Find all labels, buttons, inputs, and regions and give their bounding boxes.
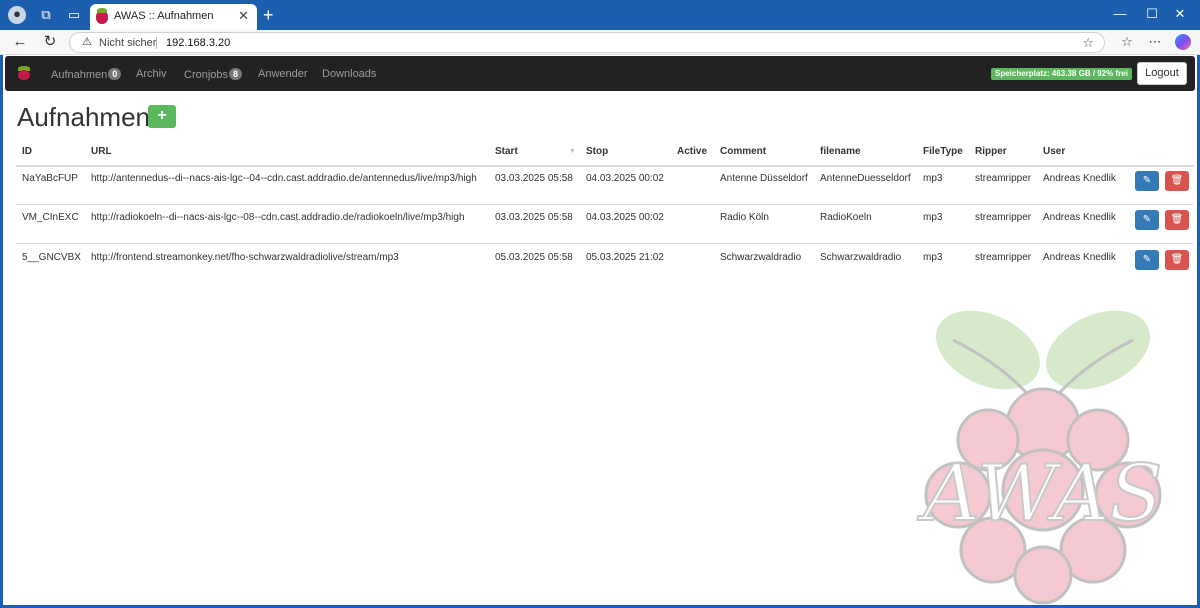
nav-item-cronjobs[interactable]: Cronjobs 8 [184, 68, 243, 81]
cell-comment: Radio Köln [720, 212, 769, 223]
row-divider [16, 204, 1194, 205]
back-arrow-icon[interactable]: ← [10, 34, 30, 50]
tab-title: AWAS :: Aufnahmen [114, 10, 214, 22]
browser-tab-bar: ● ⧉ ▭ AWAS :: Aufnahmen ✕ + — ☐ ✕ [0, 0, 1200, 30]
nav-item-label: Archiv [136, 68, 167, 80]
profile-icon[interactable]: ● [8, 6, 26, 24]
nav-item-downloads[interactable]: Downloads [322, 68, 376, 80]
close-window-button[interactable]: ✕ [1170, 6, 1190, 22]
cell-stop: 05.03.2025 21:02 [586, 252, 664, 263]
column-header-url[interactable]: URL [91, 146, 112, 157]
column-header-id[interactable]: ID [22, 146, 32, 157]
nav-badge: 8 [229, 68, 243, 80]
favorites-icon[interactable]: ☆ [1118, 34, 1136, 49]
new-tab-button[interactable]: + [263, 5, 274, 26]
cell-id: 5__GNCVBX [22, 252, 81, 263]
raspberry-watermark-icon: AWAS [916, 310, 1164, 605]
copilot-icon[interactable] [1175, 34, 1191, 50]
maximize-button[interactable]: ☐ [1142, 6, 1162, 22]
address-bar[interactable]: ⚠ Nicht sicher 192.168.3.20 ☆ [69, 32, 1105, 53]
cell-filename: Schwarzwaldradio [820, 252, 902, 263]
logout-button[interactable]: Logout [1137, 62, 1187, 85]
delete-button[interactable]: 🗑 [1165, 210, 1189, 230]
cell-id: VM_CInEXC [22, 212, 79, 223]
page-content: Aufnahmen 0 Archiv Cronjobs 8 Anwender Dow… [3, 55, 1197, 605]
nav-badge: 0 [108, 68, 122, 80]
nav-item-label: Downloads [322, 68, 377, 80]
cell-url: http://antennedus--di--nacs-ais-lgc--04-… [91, 173, 477, 184]
nav-item-label: Cronjobs [184, 69, 229, 81]
cell-user: Andreas Knedlik [1043, 252, 1116, 263]
tab-close-icon[interactable]: ✕ [238, 8, 249, 24]
delete-button[interactable]: 🗑 [1165, 250, 1189, 270]
cell-filetype: mp3 [923, 212, 943, 223]
column-header-start[interactable]: Start [495, 146, 518, 157]
column-header-active[interactable]: Active [677, 146, 707, 157]
sort-caret-icon[interactable]: ▼ [569, 148, 576, 155]
nav-item-anwender[interactable]: Anwender [258, 68, 308, 80]
url-text[interactable]: 192.168.3.20 [166, 37, 230, 49]
cell-stop: 04.03.2025 00:02 [586, 212, 664, 223]
cell-filename: AntenneDuesseldorf [820, 173, 911, 184]
cell-filename: RadioKoeln [820, 212, 872, 223]
cell-start: 03.03.2025 05:58 [495, 212, 573, 223]
cell-url: http://frontend.streamonkey.net/fho-schw… [91, 252, 399, 263]
cell-ripper: streamripper [975, 212, 1032, 223]
favorite-star-icon[interactable]: ☆ [1082, 35, 1094, 51]
raspberry-favicon-icon [96, 8, 108, 24]
more-options-icon[interactable]: ⋯ [1146, 34, 1164, 49]
nav-item-label: Anwender [258, 68, 308, 80]
cell-start: 03.03.2025 05:58 [495, 173, 573, 184]
app-navbar: Aufnahmen 0 Archiv Cronjobs 8 Anwender Dow… [5, 56, 1195, 91]
edit-button[interactable]: ✎ [1135, 210, 1159, 230]
column-header-stop[interactable]: Stop [586, 146, 608, 157]
address-separator [156, 37, 157, 49]
row-divider [16, 243, 1194, 244]
table-header-divider [16, 165, 1194, 167]
cell-stop: 04.03.2025 00:02 [586, 173, 664, 184]
nav-item-archiv[interactable]: Archiv [136, 68, 167, 80]
cell-ripper: streamripper [975, 173, 1032, 184]
column-header-user[interactable]: User [1043, 146, 1065, 157]
cell-url: http://radiokoeln--di--nacs-ais-lgc--08-… [91, 212, 465, 223]
column-header-filetype[interactable]: FileType [923, 146, 963, 157]
brand-logo-icon[interactable] [17, 66, 31, 81]
warning-icon[interactable]: ⚠ [82, 35, 92, 48]
nav-item-label: Aufnahmen [51, 69, 108, 81]
page-title: Aufnahmen [17, 102, 150, 132]
cell-user: Andreas Knedlik [1043, 173, 1116, 184]
minimize-button[interactable]: — [1110, 6, 1130, 21]
cell-ripper: streamripper [975, 252, 1032, 263]
storage-badge: Speicherplatz: 463.38 GB / 92% frei [991, 68, 1132, 80]
browser-toolbar: ← ↻ ⚠ Nicht sicher 192.168.3.20 ☆ ☆ ⋯ [0, 30, 1200, 55]
edit-button[interactable]: ✎ [1135, 171, 1159, 191]
security-label[interactable]: Nicht sicher [99, 37, 156, 49]
cell-filetype: mp3 [923, 173, 943, 184]
cell-id: NaYaBcFUP [22, 173, 78, 184]
add-recording-button[interactable]: + [148, 105, 176, 128]
tab-actions-icon[interactable]: ▭ [66, 7, 82, 23]
watermark-text: AWAS [917, 449, 1162, 539]
column-header-filename[interactable]: filename [820, 146, 861, 157]
cell-comment: Schwarzwaldradio [720, 252, 802, 263]
column-header-ripper[interactable]: Ripper [975, 146, 1007, 157]
cell-user: Andreas Knedlik [1043, 212, 1116, 223]
workspaces-icon[interactable]: ⧉ [38, 7, 54, 23]
column-header-comment[interactable]: Comment [720, 146, 766, 157]
browser-tab[interactable]: AWAS :: Aufnahmen ✕ [90, 4, 257, 30]
cell-comment: Antenne Düsseldorf [720, 173, 808, 184]
delete-button[interactable]: 🗑 [1165, 171, 1189, 191]
reload-icon[interactable]: ↻ [40, 34, 60, 50]
cell-start: 05.03.2025 05:58 [495, 252, 573, 263]
nav-item-aufnahmen[interactable]: Aufnahmen 0 [51, 68, 122, 81]
cell-filetype: mp3 [923, 252, 943, 263]
edit-button[interactable]: ✎ [1135, 250, 1159, 270]
